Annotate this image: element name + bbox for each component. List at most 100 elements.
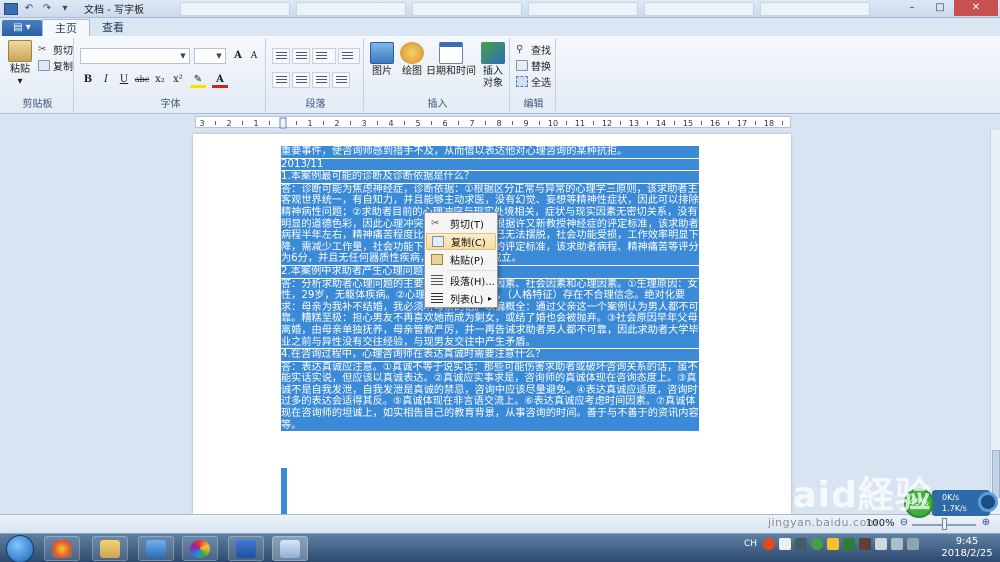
flag-icon[interactable] [907, 538, 920, 550]
paragraph[interactable]: 重要事件，使咨询师感到措手不及，从而借以表达他对心理咨询的某种抗拒。 [281, 146, 699, 158]
customize-qat-button[interactable]: ▾ [58, 3, 72, 15]
network-icon[interactable] [875, 538, 888, 550]
tab-home[interactable]: 主页 [42, 19, 90, 36]
horizontal-ruler[interactable]: 3 2 1 1 2 3 4 5 6 7 8 9 10 11 12 13 14 15 16 17 18 [195, 116, 791, 129]
font-family-combo[interactable]: ▼ [80, 48, 190, 64]
background-tab[interactable] [528, 2, 638, 16]
subscript-button[interactable]: x₂ [152, 72, 168, 88]
taskbar-app[interactable] [182, 536, 218, 561]
taskbar-app[interactable] [138, 536, 174, 561]
sogou-ime-icon[interactable] [763, 538, 776, 550]
increase-indent-button[interactable] [292, 48, 310, 64]
system-tray: CH [744, 538, 920, 550]
decrease-indent-button[interactable] [272, 48, 290, 64]
replace-icon [516, 60, 528, 71]
cut-button[interactable]: ✂ 剪切 [38, 42, 73, 57]
context-menu-list[interactable]: 列表(L) ▸ [426, 290, 496, 307]
insert-group: 图片 绘图 日期和时间 插入 对象 插入 [366, 38, 510, 112]
picture-icon [370, 42, 394, 64]
input-language[interactable]: CH [744, 539, 757, 549]
security-icon[interactable] [811, 538, 824, 550]
document-area: 重要事件，使咨询师感到措手不及，从而借以表达他对心理咨询的某种抗拒。 2013/… [0, 130, 990, 514]
paragraph[interactable]: 4.在咨询过程中，心理咨询师在表达真诚时需要注意什么？ [281, 349, 699, 361]
close-button[interactable]: ✕ [954, 0, 998, 16]
list-button[interactable] [312, 48, 336, 64]
submenu-arrow-icon: ▸ [487, 294, 492, 303]
start-button[interactable] [6, 535, 34, 562]
justify-button[interactable] [332, 72, 350, 88]
context-menu-copy[interactable]: 复制(C) [426, 233, 496, 250]
align-center-button[interactable] [292, 72, 310, 88]
highlight-color-button[interactable]: ✎ [190, 72, 206, 88]
tray-icon[interactable] [859, 538, 872, 550]
undo-button[interactable]: ↶ [22, 3, 36, 15]
taskbar-app[interactable] [92, 536, 128, 561]
minimize-button[interactable]: – [898, 0, 926, 16]
insert-group-label: 插入 [427, 99, 448, 110]
editing-group: ⚲ 查找 替换 全选 编辑 [512, 38, 556, 112]
paragraph[interactable]: 2013/11 [281, 158, 699, 171]
shield-icon[interactable] [843, 538, 856, 550]
insert-picture-button[interactable]: 图片 [368, 42, 396, 78]
maximize-button[interactable]: □ [926, 0, 954, 16]
copy-button[interactable]: 复制 [38, 58, 73, 73]
paste-dropdown-arrow[interactable]: ▾ [17, 76, 22, 88]
network-speed-widget[interactable]: 0K/s 1.7K/s 45% [904, 486, 998, 520]
volume-icon[interactable] [891, 538, 904, 550]
tray-icon[interactable] [795, 538, 808, 550]
text-color-button[interactable]: A [212, 72, 228, 88]
ruler-label: 2 [334, 119, 339, 128]
context-menu-paste[interactable]: 粘贴(P) [426, 251, 496, 268]
taskbar-app[interactable] [44, 536, 80, 561]
ruler-label: 1 [253, 119, 258, 128]
replace-button[interactable]: 替换 [516, 58, 551, 73]
context-paragraph-label: 段落(H)... [450, 277, 495, 288]
background-tab[interactable] [180, 2, 290, 16]
taskbar-app-wordpad[interactable] [272, 536, 308, 561]
taskbar-app[interactable] [228, 536, 264, 561]
font-size-combo[interactable]: ▼ [194, 48, 226, 64]
strikethrough-button[interactable]: abc [134, 72, 150, 88]
system-clock[interactable]: 9:45 2018/2/25 [938, 536, 996, 560]
background-tab[interactable] [412, 2, 522, 16]
context-menu-paragraph[interactable]: 段落(H)... [426, 272, 496, 289]
ruler-label: 3 [361, 119, 366, 128]
tray-icon[interactable] [827, 538, 840, 550]
ruler-label: 9 [523, 119, 528, 128]
paragraph[interactable]: 答：表达真诚应注意。①真诚不等于说实话：那些可能伤害求助者或破坏咨询关系的话，虽… [281, 361, 699, 432]
redo-button[interactable]: ↷ [40, 3, 54, 15]
background-tab[interactable] [644, 2, 754, 16]
document-page[interactable]: 重要事件，使咨询师感到措手不及，从而借以表达他对心理咨询的某种抗拒。 2013/… [193, 134, 791, 514]
background-tab[interactable] [296, 2, 406, 16]
ruler-label: 1 [307, 119, 312, 128]
word-icon [236, 539, 256, 558]
indent-marker[interactable] [279, 117, 287, 129]
background-tab[interactable] [760, 2, 870, 16]
find-button[interactable]: ⚲ 查找 [516, 42, 551, 57]
grow-font-button[interactable]: A [230, 48, 246, 64]
date-time-button[interactable]: 日期和时间 [426, 42, 476, 78]
align-right-button[interactable] [312, 72, 330, 88]
bold-button[interactable]: B [80, 72, 96, 88]
italic-button[interactable]: I [98, 72, 114, 88]
align-left-button[interactable] [272, 72, 290, 88]
vertical-scrollbar[interactable] [990, 130, 1000, 514]
underline-button[interactable]: U [116, 72, 132, 88]
paint-drawing-button[interactable]: 绘图 [398, 42, 426, 78]
paste-label: 粘贴 [10, 64, 30, 75]
ime-mode-icon[interactable] [779, 538, 792, 550]
paragraph[interactable]: 1.本案例最可能的诊断及诊断依据是什么？ [281, 171, 699, 183]
paste-button[interactable]: 粘贴 ▾ [6, 40, 34, 88]
superscript-button[interactable]: x² [170, 72, 186, 88]
line-spacing-button[interactable] [338, 48, 360, 64]
wordpad-app-icon[interactable] [4, 2, 18, 15]
explorer-folder-icon [100, 539, 120, 558]
network-ring-icon [978, 492, 998, 512]
ruler-label: 18 [764, 119, 774, 128]
shrink-font-button[interactable]: A [246, 48, 262, 64]
context-menu-cut[interactable]: ✂ 剪切(T) [426, 215, 496, 232]
select-all-button[interactable]: 全选 [516, 74, 551, 89]
tab-view[interactable]: 查看 [90, 19, 136, 36]
app-menu-button[interactable]: ▤ ▾ [2, 20, 42, 36]
insert-object-button[interactable]: 插入 对象 [478, 42, 508, 90]
